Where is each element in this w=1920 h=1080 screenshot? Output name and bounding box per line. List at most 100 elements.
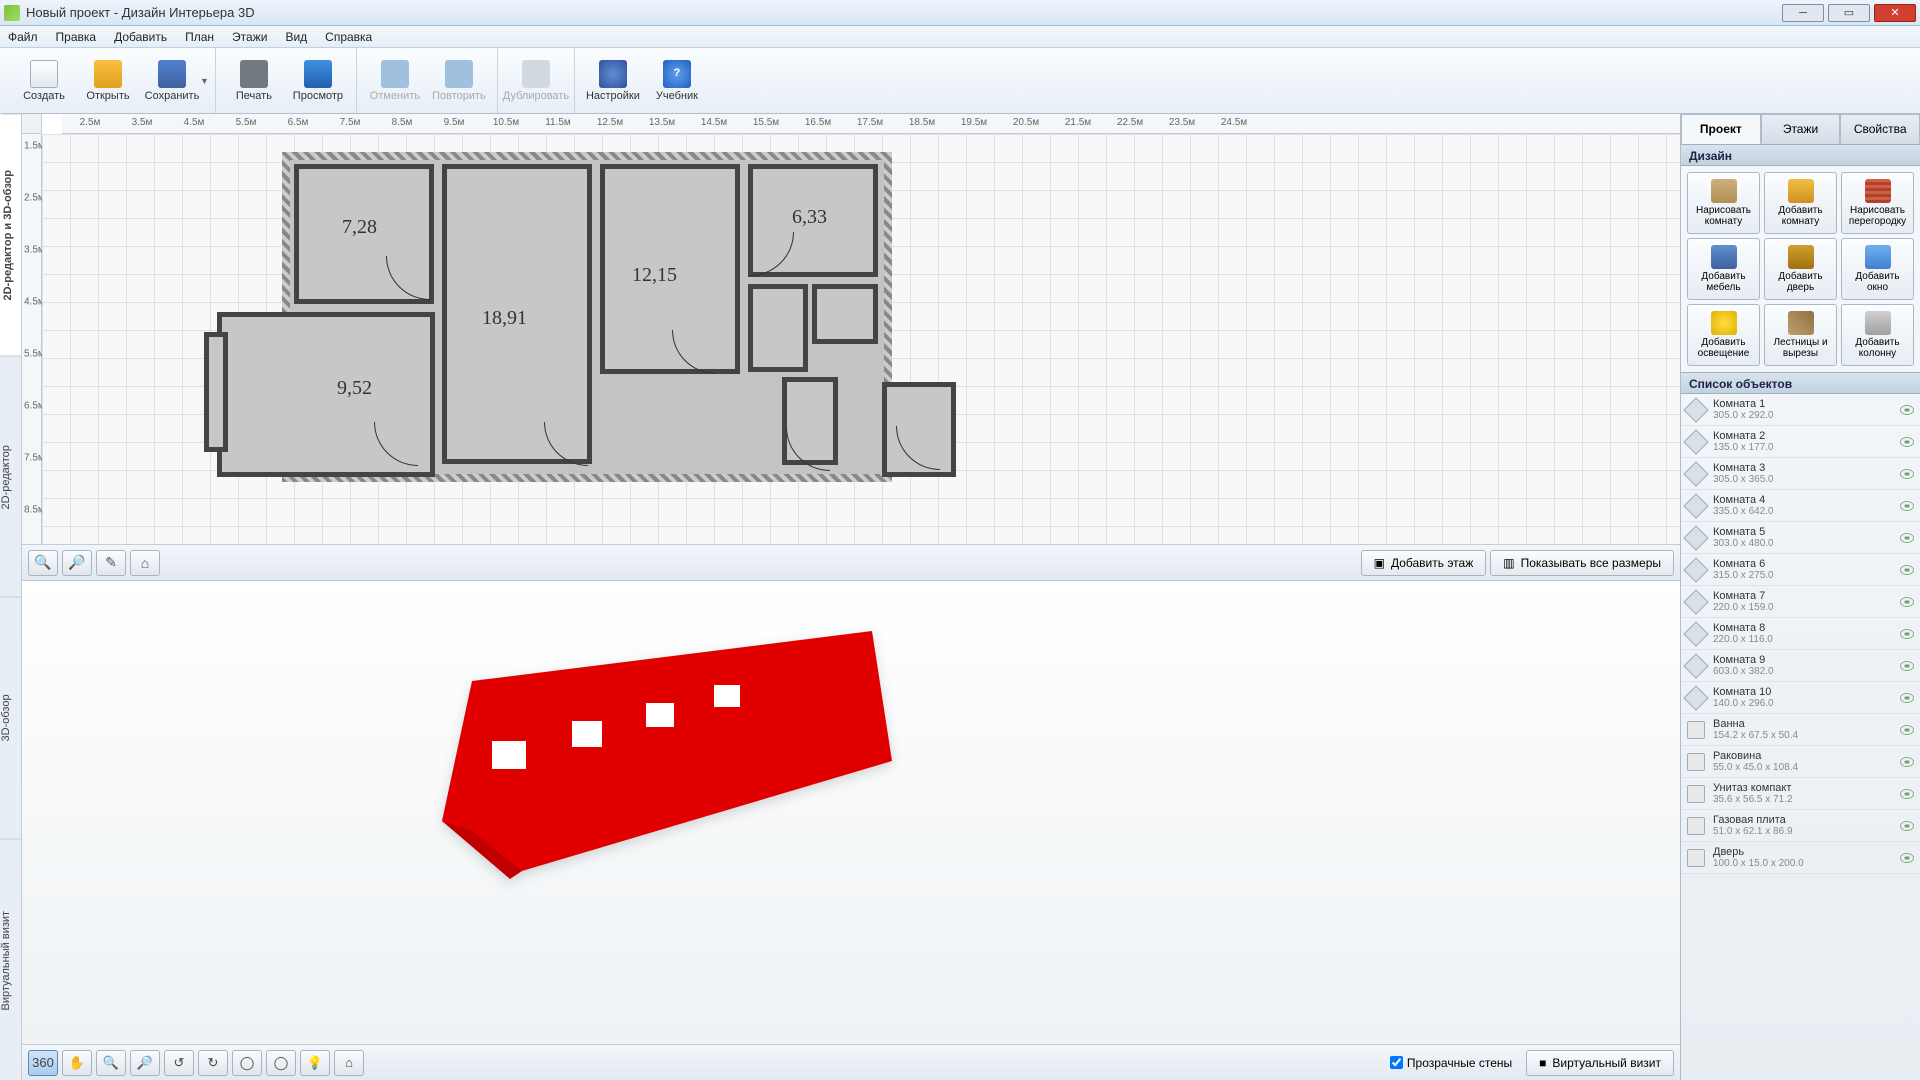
room-small-2[interactable] — [812, 284, 878, 344]
design-button-6[interactable]: Добавить освещение — [1687, 304, 1760, 366]
object-row[interactable]: Комната 5303.0 x 480.0 — [1681, 522, 1920, 554]
object-row[interactable]: Ванна154.2 x 67.5 x 50.4 — [1681, 714, 1920, 746]
tab-project[interactable]: Проект — [1681, 114, 1761, 144]
lasso2-button[interactable]: ◯ — [266, 1050, 296, 1076]
lasso-button[interactable]: ◯ — [232, 1050, 262, 1076]
object-row[interactable]: Дверь100.0 x 15.0 x 200.0 — [1681, 842, 1920, 874]
maximize-button[interactable]: ▭ — [1828, 4, 1870, 22]
visibility-icon[interactable] — [1900, 597, 1914, 607]
orbit-button[interactable]: 360 — [28, 1050, 58, 1076]
redo-icon — [445, 60, 473, 88]
add-floor-button[interactable]: ▣Добавить этаж — [1361, 550, 1487, 576]
object-row[interactable]: Раковина55.0 x 45.0 x 108.4 — [1681, 746, 1920, 778]
design-button-0[interactable]: Нарисовать комнату — [1687, 172, 1760, 234]
object-row[interactable]: Комната 6315.0 x 275.0 — [1681, 554, 1920, 586]
zoom-in-button[interactable]: 🔎 — [62, 550, 92, 576]
object-row[interactable]: Комната 3305.0 x 365.0 — [1681, 458, 1920, 490]
visibility-icon[interactable] — [1900, 437, 1914, 447]
visibility-icon[interactable] — [1900, 533, 1914, 543]
room-small-1[interactable] — [748, 284, 808, 372]
settings-icon — [599, 60, 627, 88]
toolbar: Создать Открыть Сохранить ▼ Печать Просм… — [0, 48, 1920, 114]
preview-button[interactable]: Просмотр — [286, 53, 350, 109]
show-dimensions-button[interactable]: ▥Показывать все размеры — [1490, 550, 1674, 576]
objects-list[interactable]: Комната 1305.0 x 292.0Комната 2135.0 x 1… — [1681, 394, 1920, 1080]
design-button-7[interactable]: Лестницы и вырезы — [1764, 304, 1837, 366]
save-button[interactable]: Сохранить — [140, 53, 204, 109]
visibility-icon[interactable] — [1900, 725, 1914, 735]
vtab-3d[interactable]: 3D-обзор — [0, 597, 21, 839]
ruler-h-label: 6.5м — [288, 117, 309, 128]
visibility-icon[interactable] — [1900, 661, 1914, 671]
tab-floors[interactable]: Этажи — [1761, 114, 1841, 144]
open-button[interactable]: Открыть — [76, 53, 140, 109]
undo-button[interactable]: Отменить — [363, 53, 427, 109]
visibility-icon[interactable] — [1900, 853, 1914, 863]
visibility-icon[interactable] — [1900, 469, 1914, 479]
bar-2d: 🔍 🔎 ✎ ⌂ ▣Добавить этаж ▥Показывать все р… — [22, 544, 1680, 580]
help-button[interactable]: Учебник — [645, 53, 709, 109]
visibility-icon[interactable] — [1900, 629, 1914, 639]
menu-add[interactable]: Добавить — [114, 30, 167, 44]
redo-button[interactable]: Повторить — [427, 53, 491, 109]
object-row[interactable]: Комната 9603.0 x 382.0 — [1681, 650, 1920, 682]
design-button-8[interactable]: Добавить колонну — [1841, 304, 1914, 366]
object-row[interactable]: Комната 4335.0 x 642.0 — [1681, 490, 1920, 522]
canvas-2d[interactable]: 7,28 18,91 12,15 6,33 9,52 — [42, 134, 1680, 544]
room-balcony[interactable] — [204, 332, 228, 452]
object-row[interactable]: Газовая плита51.0 x 62.1 x 86.9 — [1681, 810, 1920, 842]
edit-button[interactable]: ✎ — [96, 550, 126, 576]
design-button-5[interactable]: Добавить окно — [1841, 238, 1914, 300]
design-button-2[interactable]: Нарисовать перегородку — [1841, 172, 1914, 234]
visibility-icon[interactable] — [1900, 501, 1914, 511]
home-3d-button[interactable]: ⌂ — [334, 1050, 364, 1076]
visibility-icon[interactable] — [1900, 565, 1914, 575]
object-row[interactable]: Комната 7220.0 x 159.0 — [1681, 586, 1920, 618]
print-button[interactable]: Печать — [222, 53, 286, 109]
zoom-in-3d-button[interactable]: 🔎 — [130, 1050, 160, 1076]
zoom-out-3d-button[interactable]: 🔍 — [96, 1050, 126, 1076]
object-row[interactable]: Унитаз компакт35.6 x 56.5 x 71.2 — [1681, 778, 1920, 810]
design-button-1[interactable]: Добавить комнату — [1764, 172, 1837, 234]
rotate-left-button[interactable]: ↺ — [164, 1050, 194, 1076]
right-panel: Проект Этажи Свойства Дизайн Нарисовать … — [1680, 114, 1920, 1080]
canvas-3d[interactable] — [22, 580, 1680, 1044]
vtab-2d[interactable]: 2D-редактор — [0, 356, 21, 598]
visibility-icon[interactable] — [1900, 693, 1914, 703]
rotate-right-button[interactable]: ↻ — [198, 1050, 228, 1076]
visibility-icon[interactable] — [1900, 821, 1914, 831]
light-button[interactable]: 💡 — [300, 1050, 330, 1076]
vtab-virtual[interactable]: Виртуальный визит — [0, 839, 21, 1080]
save-dropdown-icon[interactable]: ▼ — [200, 76, 209, 86]
zoom-out-button[interactable]: 🔍 — [28, 550, 58, 576]
transparent-walls-input[interactable] — [1390, 1056, 1403, 1069]
home-button[interactable]: ⌂ — [130, 550, 160, 576]
object-icon — [1687, 817, 1705, 835]
design-button-4[interactable]: Добавить дверь — [1764, 238, 1837, 300]
settings-button[interactable]: Настройки — [581, 53, 645, 109]
tab-properties[interactable]: Свойства — [1840, 114, 1920, 144]
menu-help[interactable]: Справка — [325, 30, 372, 44]
object-row[interactable]: Комната 8220.0 x 116.0 — [1681, 618, 1920, 650]
visibility-icon[interactable] — [1900, 757, 1914, 767]
virtual-visit-button[interactable]: ■Виртуальный визит — [1526, 1050, 1674, 1076]
menu-floors[interactable]: Этажи — [232, 30, 267, 44]
pan-button[interactable]: ✋ — [62, 1050, 92, 1076]
minimize-button[interactable]: ─ — [1782, 4, 1824, 22]
transparent-walls-checkbox[interactable]: Прозрачные стены — [1390, 1056, 1512, 1070]
duplicate-button[interactable]: Дублировать — [504, 53, 568, 109]
close-button[interactable]: ✕ — [1874, 4, 1916, 22]
vtab-2d3d[interactable]: 2D-редактор и 3D-обзор — [0, 114, 21, 356]
menu-file[interactable]: Файл — [8, 30, 38, 44]
visibility-icon[interactable] — [1900, 405, 1914, 415]
floor-plan[interactable]: 7,28 18,91 12,15 6,33 9,52 — [282, 152, 1002, 492]
new-button[interactable]: Создать — [12, 53, 76, 109]
object-row[interactable]: Комната 1305.0 x 292.0 — [1681, 394, 1920, 426]
menu-view[interactable]: Вид — [285, 30, 307, 44]
visibility-icon[interactable] — [1900, 789, 1914, 799]
design-button-3[interactable]: Добавить мебель — [1687, 238, 1760, 300]
menu-edit[interactable]: Правка — [56, 30, 97, 44]
menu-plan[interactable]: План — [185, 30, 214, 44]
object-row[interactable]: Комната 2135.0 x 177.0 — [1681, 426, 1920, 458]
object-row[interactable]: Комната 10140.0 x 296.0 — [1681, 682, 1920, 714]
